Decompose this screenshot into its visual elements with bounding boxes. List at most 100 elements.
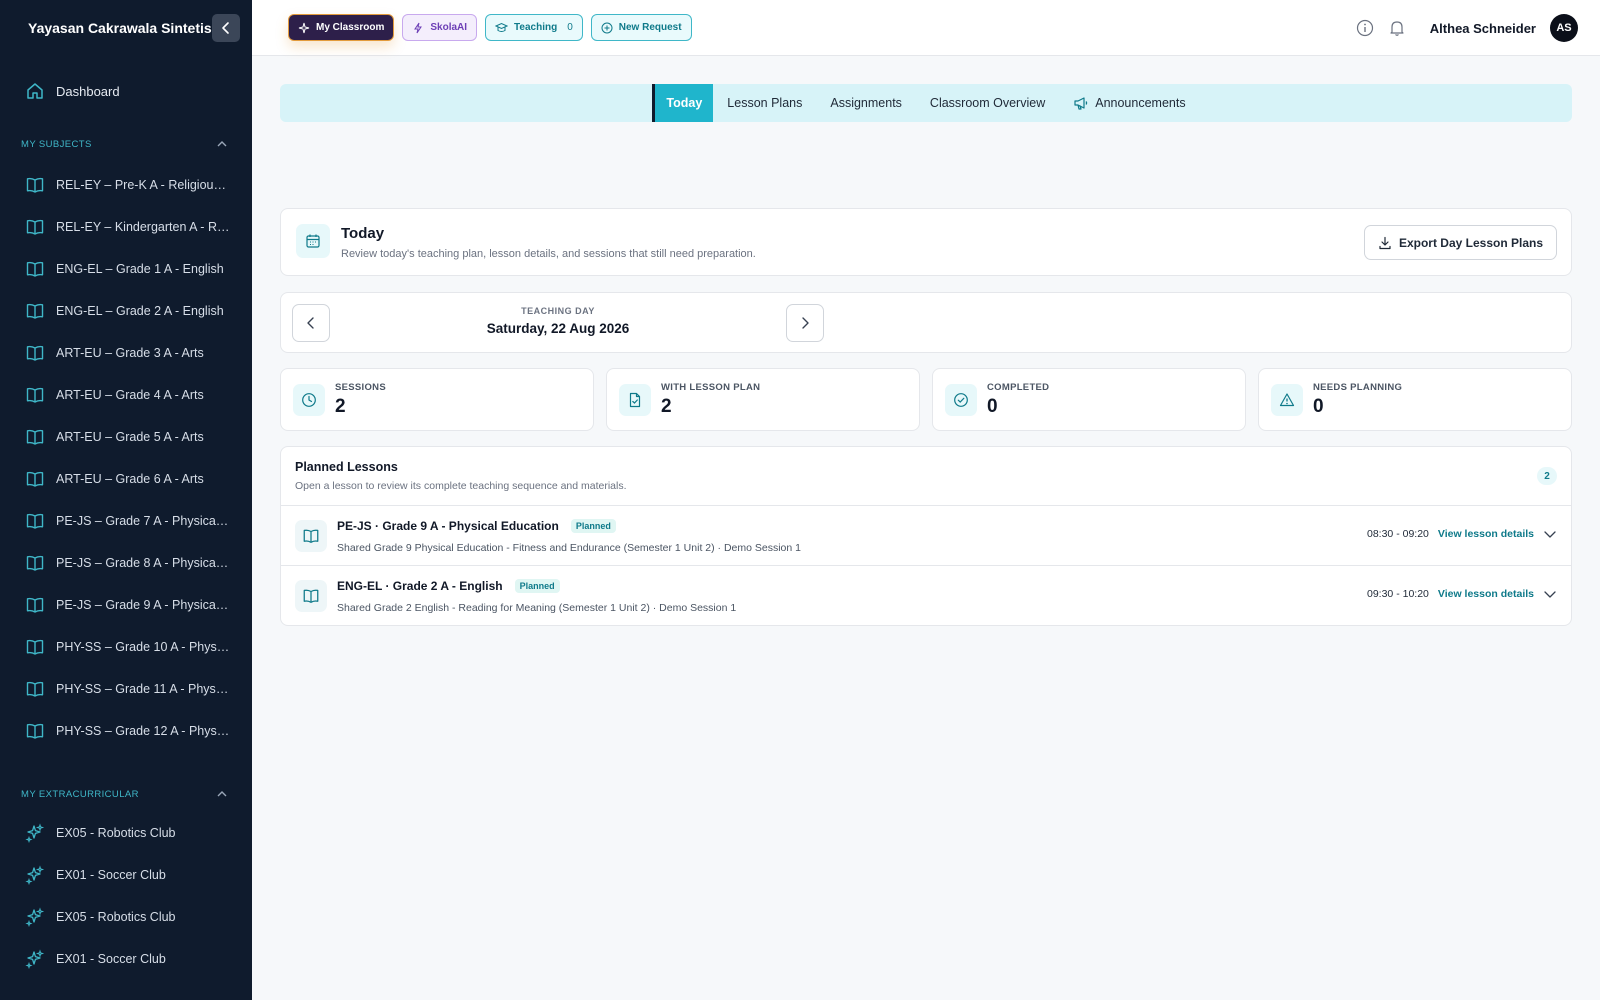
sidebar-item-subject[interactable]: ENG-EL – Grade 1 A - English	[0, 248, 252, 290]
sidebar-item-subject[interactable]: ART-EU – Grade 6 A - Arts	[0, 458, 252, 500]
lesson-time: 09:30 - 10:20	[1367, 588, 1429, 600]
sidebar-item-subject[interactable]: PE-JS – Grade 9 A - Physical Education	[0, 584, 252, 626]
chip-label: Teaching	[514, 22, 558, 33]
stat-card-with-lesson-plan: With Lesson Plan 2	[606, 368, 920, 431]
lesson-actions: 08:30 - 09:20 View lesson details	[1367, 527, 1557, 541]
sidebar-item-label: ENG-EL – Grade 2 A - English	[56, 304, 224, 318]
lesson-row[interactable]: PE-JS · Grade 9 A - Physical Education Pl…	[281, 506, 1571, 566]
new-request-button[interactable]: New Request	[590, 14, 692, 41]
notifications-button[interactable]	[1388, 19, 1406, 37]
chevron-left-icon	[307, 317, 314, 329]
home-icon	[27, 83, 43, 99]
sparkles-icon	[25, 949, 45, 969]
book-icon	[26, 261, 44, 277]
tab-lesson-plans[interactable]: Lesson Plans	[713, 84, 816, 122]
sidebar-item-subject[interactable]: ENG-EL – Grade 2 A - English	[0, 290, 252, 332]
megaphone-icon	[1074, 97, 1088, 110]
my-classroom-button[interactable]: My Classroom	[288, 14, 395, 41]
avatar[interactable]: AS	[1550, 14, 1578, 42]
tab-assignments[interactable]: Assignments	[816, 84, 916, 122]
sidebar-item-label: PE-JS – Grade 7 A - Physical Education	[56, 514, 230, 528]
stat-label: Completed	[987, 382, 1050, 393]
sidebar-item-extracurricular[interactable]: EX05 - Robotics Club	[0, 812, 252, 854]
sidebar-item-subject[interactable]: REL-EY – Kindergarten A - Religious and …	[0, 206, 252, 248]
previous-day-button[interactable]	[292, 304, 330, 342]
tab-label: Classroom Overview	[929, 96, 1046, 110]
view-lesson-details-link[interactable]: View lesson details	[1438, 528, 1534, 540]
chip-label: New Request	[618, 22, 682, 33]
warning-icon	[1271, 384, 1303, 416]
sidebar-item-dashboard[interactable]: Dashboard	[0, 70, 252, 112]
sidebar-item-label: ART-EU – Grade 6 A - Arts	[56, 472, 204, 486]
chevron-down-icon[interactable]	[1543, 527, 1557, 541]
tab-today[interactable]: Today	[652, 84, 714, 122]
lesson-icon	[295, 580, 327, 612]
lessons-count-badge: 2	[1537, 467, 1557, 485]
sidebar-item-subject[interactable]: PE-JS – Grade 8 A - Physical Education	[0, 542, 252, 584]
sidebar-item-label: PE-JS – Grade 8 A - Physical Education	[56, 556, 230, 570]
sidebar-item-label: PHY-SS – Grade 12 A - Physics	[56, 724, 230, 738]
sidebar-item-subject[interactable]: ART-EU – Grade 3 A - Arts	[0, 332, 252, 374]
sidebar-item-subject[interactable]: PE-JS – Grade 7 A - Physical Education	[0, 500, 252, 542]
next-day-button[interactable]	[786, 304, 824, 342]
book-icon	[26, 723, 44, 739]
book-icon	[26, 555, 44, 571]
info-button[interactable]	[1356, 19, 1374, 37]
sidebar-item-subject[interactable]: PHY-SS – Grade 11 A - Physics	[0, 668, 252, 710]
sidebar-item-label: EX05 - Robotics Club	[56, 910, 176, 924]
sidebar-item-subject[interactable]: ART-EU – Grade 4 A - Arts	[0, 374, 252, 416]
lesson-title: PE-JS · Grade 9 A - Physical Education	[337, 519, 559, 533]
sidebar-item-extracurricular[interactable]: EX01 - Soccer Club	[0, 854, 252, 896]
sidebar-item-label: EX01 - Soccer Club	[56, 868, 166, 882]
teaching-button[interactable]: Teaching 0	[485, 14, 583, 41]
sidebar-item-label: REL-EY – Kindergarten A - Religious and …	[56, 220, 230, 234]
chevron-down-icon[interactable]	[1543, 587, 1557, 601]
plus-circle-icon	[601, 22, 613, 33]
stat-label: Needs Planning	[1313, 382, 1403, 393]
subjects-section-header[interactable]: MY SUBJECTS	[0, 134, 252, 154]
export-day-lesson-plans-button[interactable]: Export Day Lesson Plans	[1363, 225, 1557, 260]
sidebar-collapse-button[interactable]	[212, 13, 240, 42]
sidebar-item-subject[interactable]: PHY-SS – Grade 12 A - Physics	[0, 710, 252, 752]
sidebar: Yayasan Cakrawala Sintetis Dashboard MY …	[0, 0, 252, 1000]
book-icon	[26, 471, 44, 487]
sidebar-item-extracurricular[interactable]: EX05 - Robotics Club	[0, 896, 252, 938]
book-icon	[26, 345, 44, 361]
book-icon	[26, 387, 44, 403]
book-icon	[26, 303, 44, 319]
sidebar-item-subject[interactable]: PHY-SS – Grade 10 A - Physics	[0, 626, 252, 668]
view-lesson-details-link[interactable]: View lesson details	[1438, 588, 1534, 600]
info-icon	[1356, 19, 1373, 37]
chevron-up-icon	[217, 791, 227, 797]
lesson-row[interactable]: ENG-EL · Grade 2 A - English Planned Share…	[281, 566, 1571, 626]
sidebar-item-label: ENG-EL – Grade 1 A - English	[56, 262, 224, 276]
sidebar-item-label: ART-EU – Grade 4 A - Arts	[56, 388, 204, 402]
org-name: Yayasan Cakrawala Sintetis	[28, 19, 212, 36]
user-name[interactable]: Althea Schneider	[1430, 21, 1536, 36]
sidebar-item-extracurricular[interactable]: EX01 - Soccer Club	[0, 938, 252, 980]
lessons-list: PE-JS · Grade 9 A - Physical Education Pl…	[281, 506, 1571, 626]
sidebar-item-label: PE-JS – Grade 9 A - Physical Education	[56, 598, 230, 612]
sidebar-item-subject[interactable]: ART-EU – Grade 5 A - Arts	[0, 416, 252, 458]
extracurricular-section-header[interactable]: MY EXTRACURRICULAR	[0, 784, 252, 804]
bell-icon	[1390, 21, 1404, 36]
book-icon	[26, 429, 44, 445]
book-icon	[303, 529, 319, 543]
book-icon	[26, 597, 44, 613]
skolaai-button[interactable]: SkolaAI	[402, 14, 478, 41]
stat-card-sessions: Sessions 2	[280, 368, 594, 431]
status-badge: Planned	[570, 519, 616, 533]
sidebar-item-subject[interactable]: REL-EY – Pre-K A - Religious and Moral E…	[0, 164, 252, 206]
clock-icon	[293, 384, 325, 416]
sidebar-item-label: PHY-SS – Grade 10 A - Physics	[56, 640, 230, 654]
tab-classroom-overview[interactable]: Classroom Overview	[916, 84, 1059, 122]
book-icon	[26, 681, 44, 697]
extracurricular-list: EX05 - Robotics Club EX01 - Soccer Club EX…	[0, 812, 252, 980]
sparkle-icon	[298, 22, 310, 33]
file-check-icon	[619, 384, 651, 416]
tab-announcements[interactable]: Announcements	[1059, 84, 1199, 122]
chevron-up-icon	[217, 141, 227, 147]
chevron-left-icon	[222, 21, 229, 34]
lesson-title-row: ENG-EL · Grade 2 A - English Planned	[337, 579, 560, 593]
teaching-day-label: TEACHING DAY	[521, 306, 595, 316]
